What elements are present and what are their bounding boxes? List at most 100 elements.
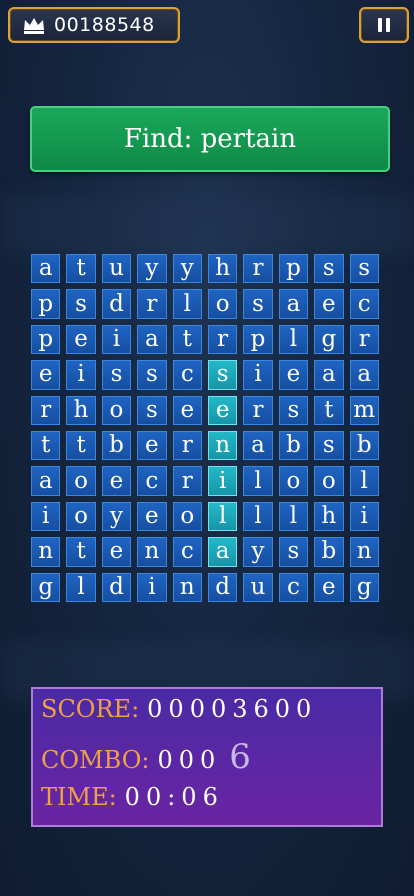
- letter-cell[interactable]: i: [243, 360, 273, 390]
- letter-cell[interactable]: i: [31, 501, 61, 532]
- letter-cell[interactable]: b: [101, 430, 132, 461]
- letter-cell[interactable]: e: [137, 430, 167, 461]
- letter-cell[interactable]: t: [172, 324, 202, 355]
- letter-cell[interactable]: y: [243, 537, 273, 567]
- letter-cell[interactable]: e: [137, 501, 167, 532]
- letter-cell[interactable]: r: [172, 430, 202, 461]
- letter-cell[interactable]: s: [314, 430, 344, 461]
- letter-cell[interactable]: o: [66, 501, 96, 532]
- letter-cell[interactable]: t: [66, 430, 96, 461]
- letter-cell[interactable]: i: [207, 466, 238, 496]
- letter-cell[interactable]: p: [31, 324, 61, 355]
- letter-cell[interactable]: r: [207, 324, 238, 355]
- letter-cell[interactable]: y: [101, 501, 132, 532]
- letter-cell[interactable]: r: [172, 466, 202, 496]
- letter-cell[interactable]: l: [243, 466, 273, 496]
- letter-cell[interactable]: o: [66, 466, 96, 496]
- letter-cell[interactable]: o: [278, 466, 309, 496]
- letter-cell[interactable]: h: [314, 501, 344, 532]
- letter-cell[interactable]: s: [207, 360, 238, 390]
- letter-cell[interactable]: l: [278, 324, 309, 355]
- letter-cell[interactable]: l: [349, 466, 379, 496]
- letter-cell[interactable]: n: [172, 572, 202, 602]
- letter-cell[interactable]: s: [278, 395, 309, 425]
- letter-cell[interactable]: r: [31, 395, 61, 425]
- letter-cell[interactable]: t: [31, 430, 61, 461]
- letter-cell[interactable]: n: [137, 537, 167, 567]
- letter-cell[interactable]: b: [314, 537, 344, 567]
- letter-cell[interactable]: e: [101, 466, 132, 496]
- letter-cell[interactable]: h: [207, 254, 238, 284]
- letter-cell[interactable]: i: [66, 360, 96, 390]
- letter-cell[interactable]: c: [278, 572, 309, 602]
- letter-cell[interactable]: c: [349, 289, 379, 319]
- letter-cell[interactable]: p: [31, 289, 61, 319]
- letter-cell[interactable]: s: [349, 254, 379, 284]
- letter-cell[interactable]: a: [207, 537, 238, 567]
- letter-cell[interactable]: y: [137, 254, 167, 284]
- letter-cell[interactable]: a: [349, 360, 379, 390]
- letter-cell[interactable]: t: [66, 254, 96, 284]
- letter-cell[interactable]: a: [137, 324, 167, 355]
- letter-cell[interactable]: d: [207, 572, 238, 602]
- letter-cell[interactable]: i: [349, 501, 379, 532]
- letter-cell[interactable]: i: [137, 572, 167, 602]
- letter-cell[interactable]: n: [349, 537, 379, 567]
- letter-cell[interactable]: l: [243, 501, 273, 532]
- letter-cell[interactable]: r: [243, 395, 273, 425]
- letter-cell[interactable]: r: [243, 254, 273, 284]
- letter-cell[interactable]: s: [243, 289, 273, 319]
- letter-cell[interactable]: l: [172, 289, 202, 319]
- letter-cell[interactable]: r: [349, 324, 379, 355]
- letter-cell[interactable]: n: [31, 537, 61, 567]
- letter-cell[interactable]: a: [314, 360, 344, 390]
- letter-cell[interactable]: a: [243, 430, 273, 461]
- letter-cell[interactable]: a: [31, 466, 61, 496]
- letter-cell[interactable]: o: [101, 395, 132, 425]
- pause-button[interactable]: [359, 7, 409, 43]
- letter-cell[interactable]: o: [207, 289, 238, 319]
- letter-cell[interactable]: n: [207, 430, 238, 461]
- letter-cell[interactable]: d: [101, 289, 132, 319]
- letter-cell[interactable]: l: [66, 572, 96, 602]
- letter-cell[interactable]: g: [31, 572, 61, 602]
- letter-cell[interactable]: t: [314, 395, 344, 425]
- letter-cell[interactable]: c: [172, 537, 202, 567]
- letter-cell[interactable]: o: [314, 466, 344, 496]
- letter-cell[interactable]: i: [101, 324, 132, 355]
- letter-cell[interactable]: d: [101, 572, 132, 602]
- letter-cell[interactable]: p: [243, 324, 273, 355]
- letter-cell[interactable]: e: [207, 395, 238, 425]
- letter-cell[interactable]: c: [172, 360, 202, 390]
- letter-cell[interactable]: o: [172, 501, 202, 532]
- letter-cell[interactable]: g: [314, 324, 344, 355]
- letter-cell[interactable]: e: [314, 289, 344, 319]
- letter-cell[interactable]: e: [66, 324, 96, 355]
- letter-cell[interactable]: e: [101, 537, 132, 567]
- letter-cell[interactable]: u: [101, 254, 132, 284]
- letter-cell[interactable]: a: [31, 254, 61, 284]
- letter-cell[interactable]: a: [278, 289, 309, 319]
- letter-cell[interactable]: e: [314, 572, 344, 602]
- letter-cell[interactable]: c: [137, 466, 167, 496]
- letter-cell[interactable]: r: [137, 289, 167, 319]
- letter-cell[interactable]: s: [137, 395, 167, 425]
- letter-cell[interactable]: u: [243, 572, 273, 602]
- letter-cell[interactable]: e: [172, 395, 202, 425]
- letter-cell[interactable]: y: [172, 254, 202, 284]
- letter-cell[interactable]: t: [66, 537, 96, 567]
- letter-cell[interactable]: h: [66, 395, 96, 425]
- letter-cell[interactable]: e: [31, 360, 61, 390]
- letter-cell[interactable]: m: [349, 395, 379, 425]
- letter-cell[interactable]: s: [137, 360, 167, 390]
- letter-cell[interactable]: s: [314, 254, 344, 284]
- letter-cell[interactable]: b: [278, 430, 309, 461]
- letter-cell[interactable]: s: [66, 289, 96, 319]
- letter-cell[interactable]: s: [278, 537, 309, 567]
- letter-cell[interactable]: g: [349, 572, 379, 602]
- letter-cell[interactable]: l: [207, 501, 238, 532]
- letter-cell[interactable]: p: [278, 254, 309, 284]
- letter-cell[interactable]: s: [101, 360, 132, 390]
- letter-cell[interactable]: e: [278, 360, 309, 390]
- letter-cell[interactable]: l: [278, 501, 309, 532]
